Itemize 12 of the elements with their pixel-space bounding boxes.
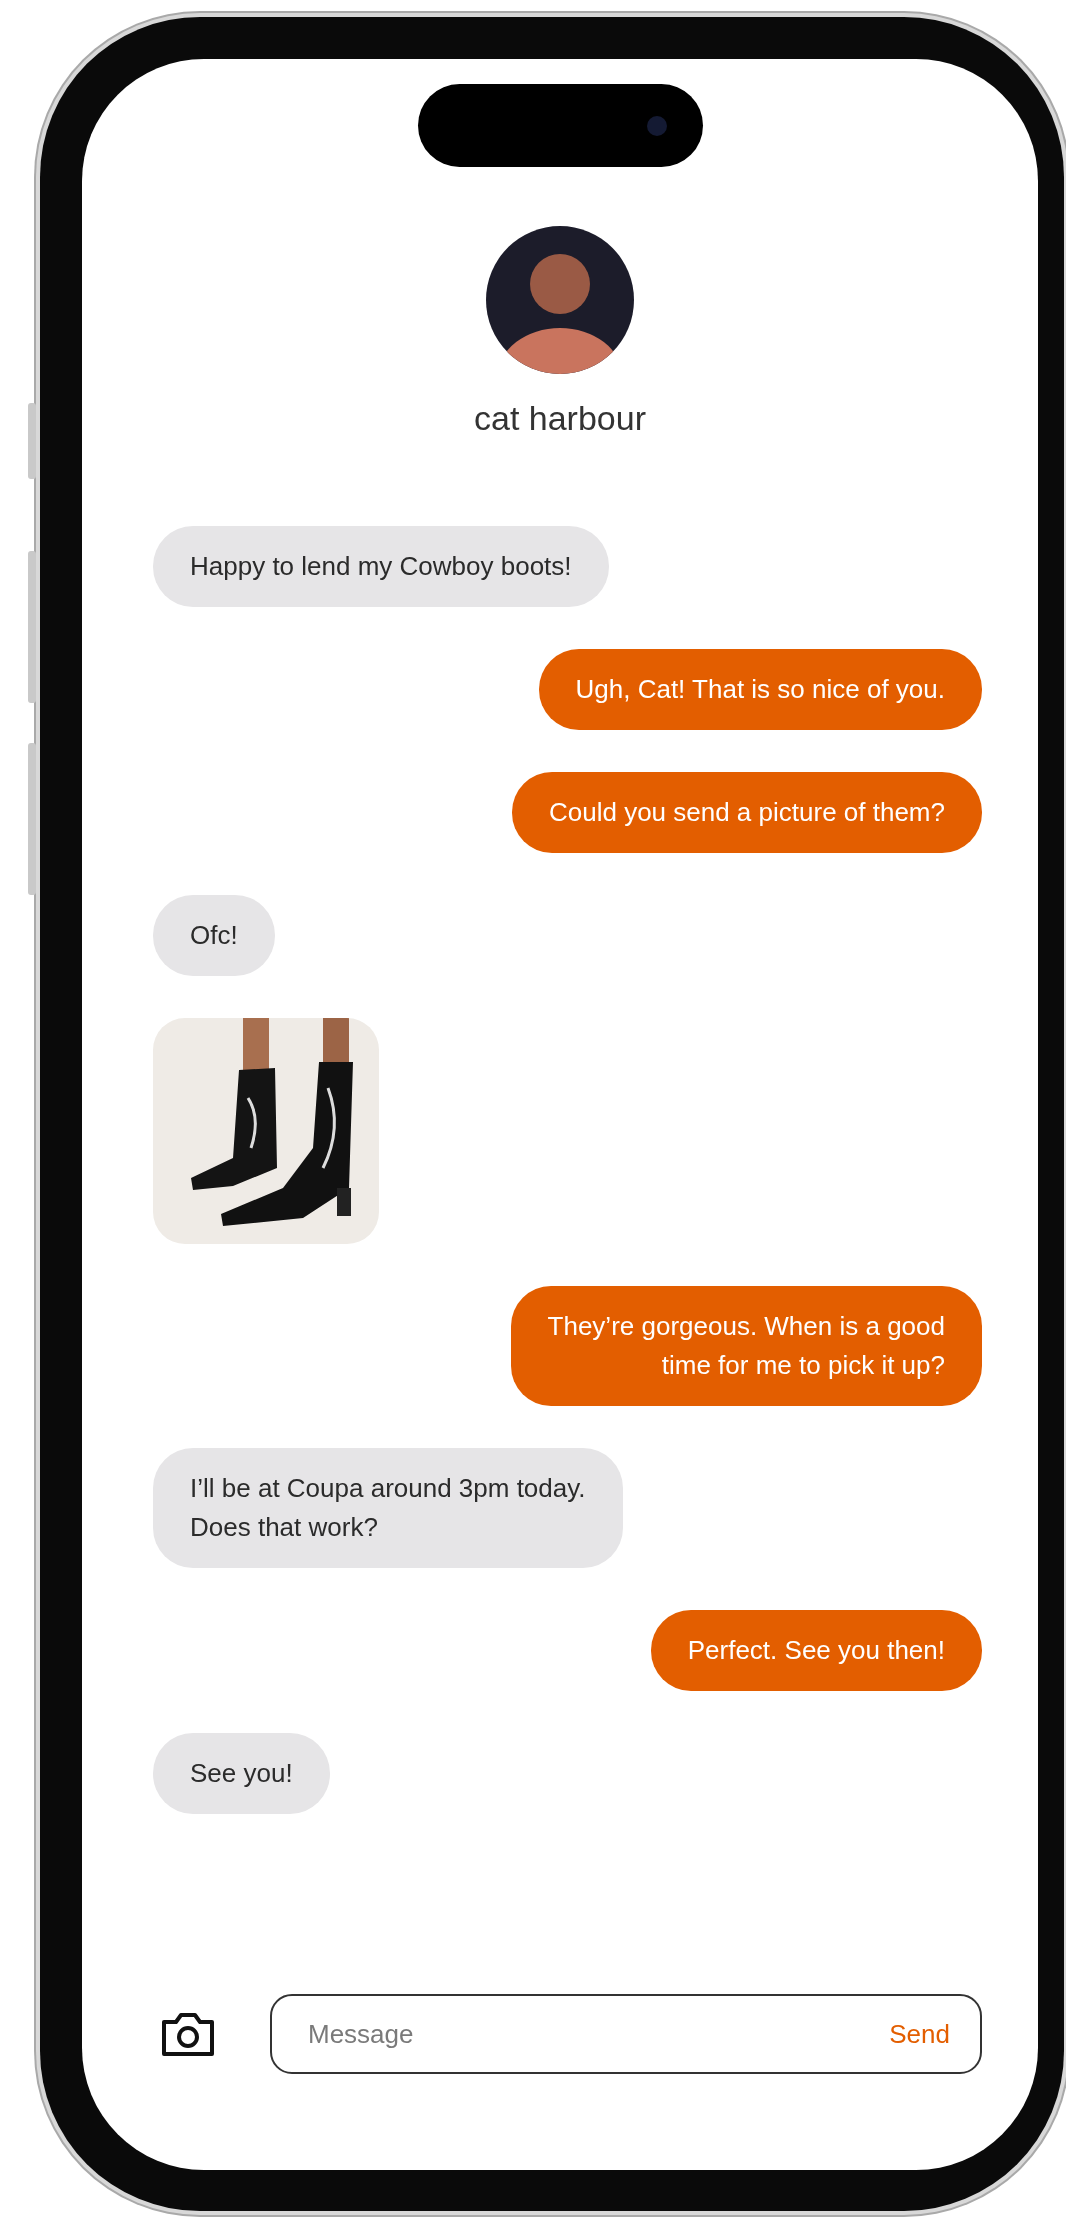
camera-lens	[646, 115, 667, 136]
message-bubble: Ugh, Cat! That is so nice of you.	[538, 649, 982, 730]
message-bubble: Could you send a picture of them?	[511, 772, 982, 853]
contact-name: cat harbour	[474, 398, 646, 438]
message-bubble: I’ll be at Coupa around 3pm today. Does that work?	[153, 1448, 623, 1568]
message-bubble: They’re gorgeous. When is a good time for me to pick it up?	[510, 1286, 982, 1406]
message-field[interactable]: Message Send	[270, 1994, 982, 2074]
message-bubble: See you!	[153, 1733, 330, 1814]
message-bubble: Ofc!	[153, 895, 275, 976]
message-bubble: Happy to lend my Cowboy boots!	[153, 526, 609, 607]
message-bubble: Perfect. See you then!	[650, 1610, 982, 1691]
send-button[interactable]: Send	[889, 2018, 950, 2050]
